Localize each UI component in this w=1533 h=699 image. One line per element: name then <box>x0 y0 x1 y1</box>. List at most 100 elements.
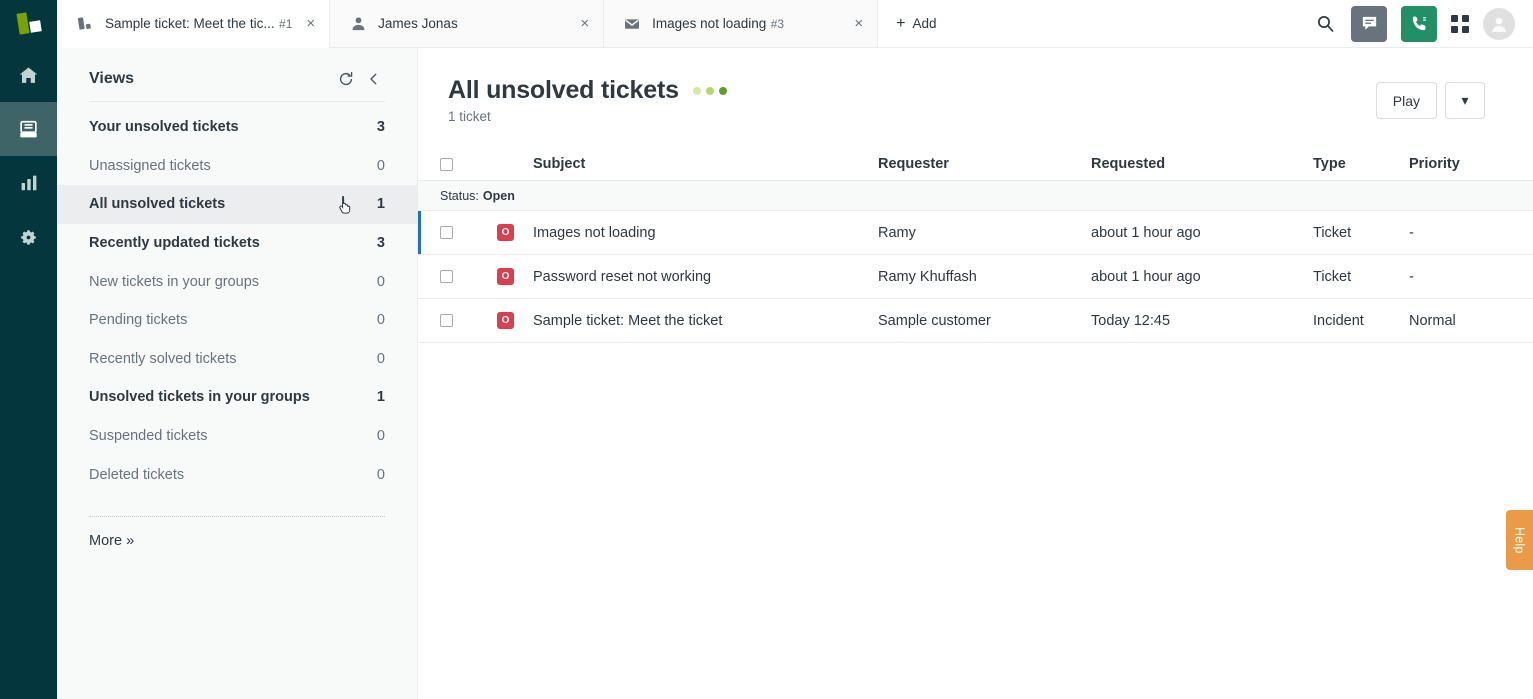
column-header-type[interactable]: Type <box>1313 156 1409 172</box>
select-all-cell <box>434 157 497 171</box>
nav-item-admin[interactable] <box>0 210 57 264</box>
sidebar-item-count: 0 <box>376 273 385 290</box>
cell-subject[interactable]: Password reset not working <box>533 269 878 285</box>
column-header-requested[interactable]: Requested <box>1091 156 1313 172</box>
topbar-actions <box>1313 0 1533 47</box>
sidebar-item-deleted-tickets[interactable]: Deleted tickets 0 <box>57 455 417 494</box>
sidebar-item-count: 3 <box>376 119 385 136</box>
tab-subtitle: #1 <box>279 16 293 31</box>
views-title: Views <box>89 70 135 87</box>
close-icon[interactable]: × <box>306 16 315 31</box>
nav-item-reporting[interactable] <box>0 156 57 210</box>
close-icon[interactable]: × <box>854 16 863 31</box>
grid-cell <box>1462 14 1469 22</box>
views-more-link[interactable]: More » <box>57 517 417 549</box>
main-header-actions: Play ▾ <box>1375 76 1485 119</box>
row-checkbox[interactable] <box>440 226 453 239</box>
tickets-table: Subject Requester Requested Type Priorit… <box>418 148 1533 343</box>
user-icon <box>348 16 368 31</box>
sidebar-item-recently-updated-tickets[interactable]: Recently updated tickets 3 <box>57 224 417 263</box>
status-badge: O <box>497 224 514 241</box>
logo-mark <box>15 12 42 36</box>
search-icon[interactable] <box>1313 12 1337 36</box>
sidebar-item-label: Your unsolved tickets <box>89 119 239 136</box>
ticket-stack-icon <box>75 15 95 32</box>
sidebar-item-new-tickets-in-your-groups[interactable]: New tickets in your groups 0 <box>57 262 417 301</box>
status-badge: O <box>497 268 514 285</box>
select-all-checkbox[interactable] <box>440 157 453 171</box>
add-tab-label: Add <box>912 16 937 31</box>
chevron-left-icon[interactable] <box>363 68 385 90</box>
sidebar-item-label: All unsolved tickets <box>89 196 226 213</box>
top-bar: Sample ticket: Meet the tic... #1 × Jame… <box>0 0 1533 48</box>
plus-icon: + <box>896 14 906 32</box>
status-group-header: Status: Open <box>418 181 1533 211</box>
row-status-cell: O <box>497 224 533 241</box>
play-options-button[interactable]: ▾ <box>1445 82 1485 119</box>
tab-title: Images not loading <box>652 15 767 31</box>
row-select-cell <box>434 314 497 327</box>
sidebar-item-count: 3 <box>376 235 385 252</box>
tab-text: Images not loading #3 <box>652 15 840 33</box>
row-status-cell: O <box>497 268 533 285</box>
zendesk-logo[interactable] <box>0 0 57 48</box>
cell-subject[interactable]: Sample ticket: Meet the ticket <box>533 313 878 329</box>
sidebar-item-unassigned-tickets[interactable]: Unassigned tickets 0 <box>57 147 417 186</box>
cell-requested: about 1 hour ago <box>1091 268 1201 285</box>
play-button[interactable]: Play <box>1375 82 1437 119</box>
tab-images-not-loading[interactable]: Images not loading #3 × <box>604 0 879 47</box>
close-icon[interactable]: × <box>580 16 589 31</box>
table-row[interactable]: O Sample ticket: Meet the ticket Sample … <box>418 299 1533 343</box>
cell-type: Incident <box>1313 312 1364 329</box>
apps-grid-icon[interactable] <box>1451 14 1469 33</box>
sidebar-item-label: Unassigned tickets <box>89 157 211 174</box>
user-avatar[interactable] <box>1483 7 1515 40</box>
chat-icon[interactable] <box>1351 5 1387 42</box>
nav-item-home[interactable] <box>0 48 57 102</box>
add-tab-button[interactable]: + Add <box>878 0 954 47</box>
table-row[interactable]: O Password reset not working Ramy Khuffa… <box>418 255 1533 299</box>
cell-priority: Normal <box>1409 312 1456 329</box>
row-checkbox[interactable] <box>440 314 453 327</box>
cell-subject[interactable]: Images not loading <box>533 225 878 241</box>
nav-item-views[interactable] <box>0 102 57 156</box>
help-tab-button[interactable]: Help <box>1506 510 1533 570</box>
sidebar-item-label: Suspended tickets <box>89 428 208 445</box>
tab-title: James Jonas <box>378 15 458 31</box>
grid-cell <box>1462 25 1469 33</box>
sidebar-item-label: Unsolved tickets in your groups <box>89 389 310 406</box>
tab-strip: Sample ticket: Meet the tic... #1 × Jame… <box>57 0 879 48</box>
sidebar-item-count: 0 <box>376 312 385 329</box>
sidebar-item-recently-solved-tickets[interactable]: Recently solved tickets 0 <box>57 340 417 379</box>
views-list: Your unsolved tickets 3 Unassigned ticke… <box>57 102 417 494</box>
column-header-subject[interactable]: Subject <box>533 156 878 172</box>
loading-dot-1 <box>692 86 701 95</box>
logo-bar-shape <box>15 12 30 35</box>
grid-cell <box>1451 25 1458 33</box>
sidebar-item-unsolved-tickets-in-your-groups[interactable]: Unsolved tickets in your groups 1 <box>57 378 417 417</box>
column-header-requester[interactable]: Requester <box>878 156 1091 172</box>
sidebar-item-label: Pending tickets <box>89 312 188 329</box>
views-header: Views <box>57 48 417 90</box>
sidebar-item-suspended-tickets[interactable]: Suspended tickets 0 <box>57 417 417 456</box>
column-header-priority[interactable]: Priority <box>1409 156 1533 172</box>
tab-title: Sample ticket: Meet the tic... <box>105 15 275 31</box>
tab-james-jonas[interactable]: James Jonas × <box>330 0 605 47</box>
main-content: All unsolved tickets 1 ticket Play ▾ Sub… <box>418 48 1533 699</box>
logo-square-shape <box>28 20 42 33</box>
tab-sample-ticket[interactable]: Sample ticket: Meet the tic... #1 × <box>57 0 331 48</box>
loading-dot-2 <box>705 86 714 95</box>
row-checkbox[interactable] <box>440 270 453 283</box>
tab-text: James Jonas <box>378 15 566 33</box>
phone-icon[interactable] <box>1401 5 1437 42</box>
table-row[interactable]: O Images not loading Ramy about 1 hour a… <box>418 211 1533 255</box>
cell-requested: about 1 hour ago <box>1091 224 1201 241</box>
sidebar-item-all-unsolved-tickets[interactable]: All unsolved tickets 1 <box>57 185 417 224</box>
refresh-icon[interactable] <box>335 68 357 90</box>
sidebar-item-pending-tickets[interactable]: Pending tickets 0 <box>57 301 417 340</box>
views-sidebar: Views Your unsolved tickets 3 Unassigned… <box>57 48 418 699</box>
sidebar-item-count: 1 <box>376 389 385 406</box>
sidebar-item-your-unsolved-tickets[interactable]: Your unsolved tickets 3 <box>57 108 417 147</box>
cell-priority: - <box>1409 268 1414 285</box>
